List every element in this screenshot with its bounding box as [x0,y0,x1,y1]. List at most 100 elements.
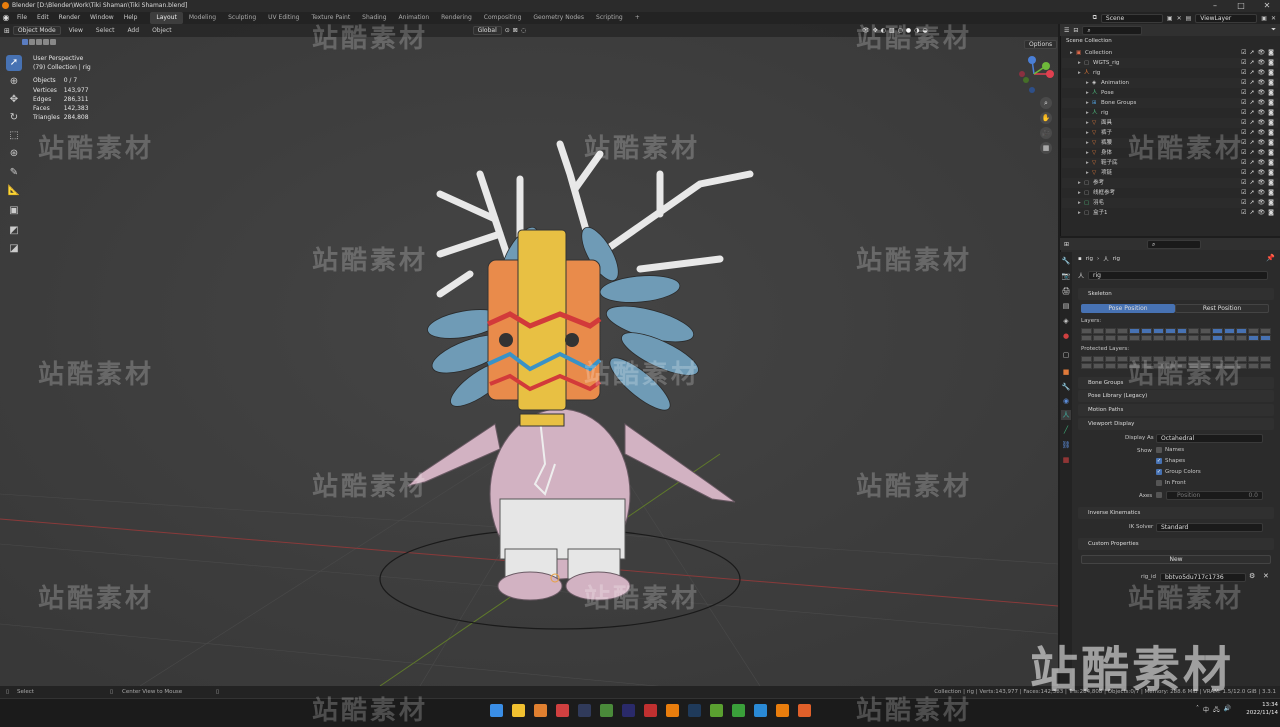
layer-toggle[interactable] [1176,328,1188,334]
outliner-row[interactable]: ▸ ▢ 盒子1 ☑ ➚ 👁 ◙ [1062,208,1278,218]
new-property-button[interactable]: New [1081,555,1271,564]
new-view-layer-icon[interactable]: ▣ [1261,15,1267,22]
layer-toggle[interactable] [1200,335,1212,341]
layer-toggle[interactable] [1248,335,1260,341]
transform-tool[interactable]: ⊛ [6,146,22,162]
layer-toggle[interactable] [1260,356,1271,362]
select-invert-icon[interactable] [43,39,49,45]
tab-scripting[interactable]: Scripting [590,12,629,24]
layer-toggle[interactable] [1092,363,1104,369]
view-layer-field[interactable]: ViewLayer [1195,13,1258,23]
layers-grid[interactable] [1081,328,1271,341]
cursor-tool[interactable]: ⊕ [6,74,22,90]
tool-tab-icon[interactable]: 🔧 [1061,256,1071,266]
layer-toggle[interactable] [1212,335,1224,341]
checkbox-icon[interactable]: ☑ [1241,118,1246,128]
expand-arrow-icon[interactable]: ▸ [1078,178,1081,188]
layer-toggle[interactable] [1081,363,1092,369]
layer-toggle[interactable] [1248,328,1260,334]
axes-checkbox[interactable] [1156,492,1162,498]
layer-toggle[interactable] [1104,328,1116,334]
select-subtract-icon[interactable] [36,39,42,45]
add-cube-tool[interactable]: ▣ [6,203,22,219]
menu-render[interactable]: Render [54,12,85,24]
layer-toggle[interactable] [1152,335,1164,341]
layer-toggle[interactable] [1152,328,1164,334]
delete-view-layer-icon[interactable]: ✕ [1271,15,1276,22]
new-scene-icon[interactable]: ▣ [1167,15,1173,22]
outliner-row[interactable]: ▸ ▢ 羽毛 ☑ ➚ 👁 ◙ [1062,198,1278,208]
names-option[interactable]: Names [1156,447,1184,453]
camera-render-icon[interactable]: ◙ [1268,108,1274,118]
select-arrow-icon[interactable]: ➚ [1250,58,1255,68]
select-mode-buttons[interactable] [22,39,56,48]
layer-toggle[interactable] [1164,335,1176,341]
camera-render-icon[interactable]: ◙ [1268,78,1274,88]
in-front-checkbox[interactable] [1156,480,1162,486]
shapes-option[interactable]: ✓ Shapes [1156,458,1185,464]
expand-arrow-icon[interactable]: ▸ [1086,138,1089,148]
view-layer-tab-icon[interactable]: ▤ [1061,301,1071,311]
viewport-display-section-header[interactable]: Viewport Display [1078,418,1274,430]
layer-toggle[interactable] [1116,356,1128,362]
eye-icon[interactable]: 👁 [1258,128,1266,138]
select-arrow-icon[interactable]: ➚ [1250,178,1255,188]
eye-icon[interactable]: 👁 [1258,188,1266,198]
outliner-row[interactable]: ▸ ▽ 项链 ☑ ➚ 👁 ◙ [1062,168,1278,178]
eye-icon[interactable]: 👁 [1258,98,1266,108]
select-arrow-icon[interactable]: ➚ [1250,98,1255,108]
output-tab-icon[interactable]: 🖨 [1061,286,1071,296]
explorer-icon[interactable] [512,704,525,717]
checkbox-icon[interactable]: ☑ [1241,188,1246,198]
physics-tab-icon[interactable]: ◉ [1061,396,1071,406]
display-mode-icon[interactable]: ⊟ [1073,27,1078,34]
eye-icon[interactable]: 👁 [1258,198,1266,208]
checkbox-icon[interactable]: ☑ [1241,208,1246,218]
expand-arrow-icon[interactable]: ▸ [1078,188,1081,198]
layer-toggle[interactable] [1260,335,1271,341]
layer-toggle[interactable] [1140,328,1152,334]
rest-position-button[interactable]: Rest Position [1175,304,1269,313]
eye-icon[interactable]: 👁 [1258,118,1266,128]
collection-tab-icon[interactable]: ▢ [1061,350,1071,360]
camera-render-icon[interactable]: ◙ [1268,88,1274,98]
3d-viewport[interactable] [0,24,1058,686]
outliner-row[interactable]: ▸ 人 Pose ☑ ➚ 👁 ◙ [1062,88,1278,98]
select-arrow-icon[interactable]: ➚ [1250,158,1255,168]
expand-arrow-icon[interactable]: ▸ [1078,58,1081,68]
eye-icon[interactable]: 👁 [1258,178,1266,188]
tab-sculpting[interactable]: Sculpting [222,12,262,24]
expand-arrow-icon[interactable]: ▸ [1070,48,1073,58]
checkbox-icon[interactable]: ☑ [1241,78,1246,88]
outliner-row[interactable]: ▸ ◈ Animation ☑ ➚ 👁 ◙ [1062,78,1278,88]
properties-editor-icon[interactable]: ⊞ [1064,241,1069,248]
photoshop-icon[interactable] [600,704,613,717]
expand-arrow-icon[interactable]: ▸ [1086,88,1089,98]
select-extend-icon[interactable] [29,39,35,45]
select-arrow-icon[interactable]: ➚ [1250,88,1255,98]
blender-menu-icon[interactable]: ◉ [0,12,12,24]
minimize-icon[interactable]: – [1202,0,1228,12]
layer-toggle[interactable] [1116,335,1128,341]
display-as-dropdown[interactable]: Octahedral [1156,434,1263,443]
layer-toggle[interactable] [1140,335,1152,341]
outliner-row[interactable]: ▸ 人 rig ☑ ➚ 👁 ◙ [1062,68,1278,78]
eye-icon[interactable]: 👁 [1258,148,1266,158]
acrobat-icon[interactable] [644,704,657,717]
outliner-row[interactable]: ▸ ▢ 线框参考 ☑ ➚ 👁 ◙ [1062,188,1278,198]
layer-toggle[interactable] [1092,328,1104,334]
layer-toggle[interactable] [1212,328,1224,334]
move-tool[interactable]: ✥ [6,92,22,108]
close-icon[interactable]: ✕ [1254,0,1280,12]
gear-icon[interactable]: ⚙ [1249,572,1255,580]
outliner-row[interactable]: ▸ ▢ WGTS_rig ☑ ➚ 👁 ◙ [1062,58,1278,68]
eye-icon[interactable]: 👁 [1258,48,1266,58]
language-icon[interactable]: 中 [1203,705,1209,715]
layer-toggle[interactable] [1128,335,1140,341]
menu-window[interactable]: Window [85,12,119,24]
camera-render-icon[interactable]: ◙ [1268,208,1274,218]
camera-render-icon[interactable]: ◙ [1268,68,1274,78]
expand-arrow-icon[interactable]: ▸ [1086,148,1089,158]
snap-icon[interactable]: ⊠ [513,27,518,34]
outliner-row[interactable]: ▸ 人 rig ☑ ➚ 👁 ◙ [1062,108,1278,118]
